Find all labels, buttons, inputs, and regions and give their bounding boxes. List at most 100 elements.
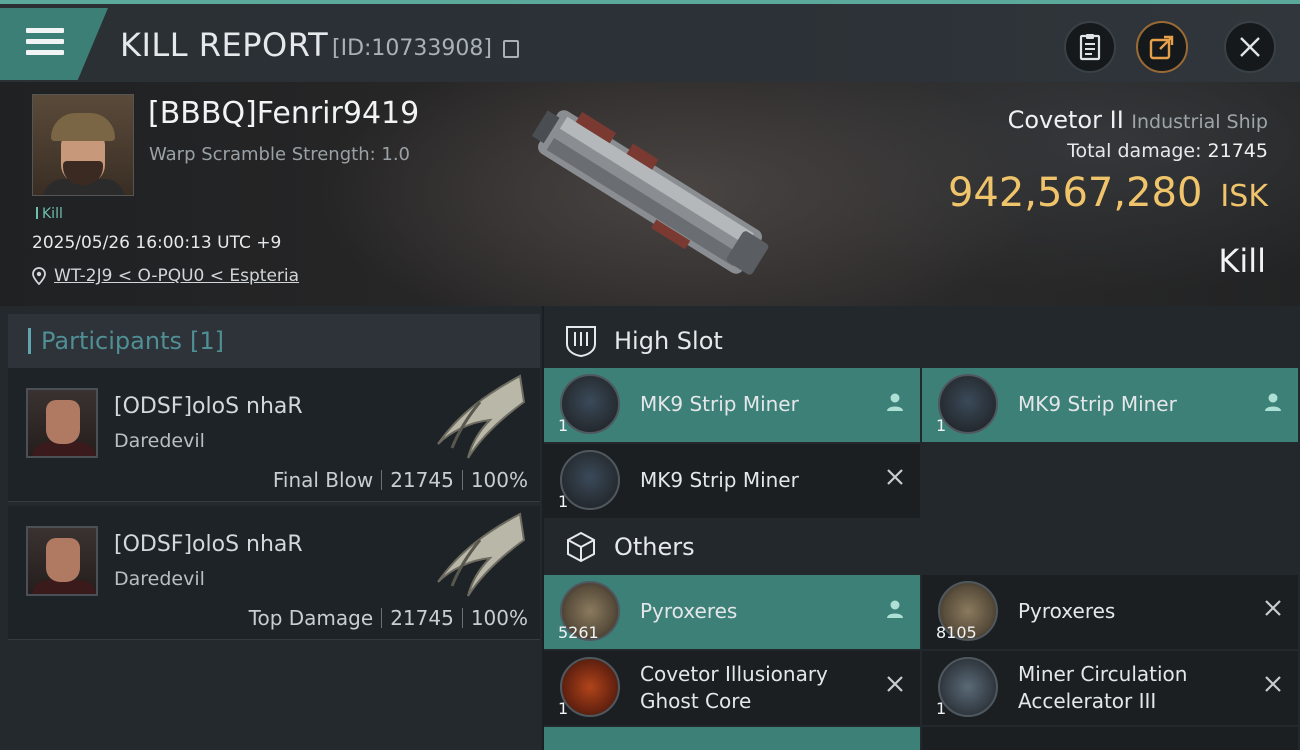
total-damage: Total damage: 21745 <box>1067 140 1268 162</box>
module-quantity: 1 <box>936 416 947 435</box>
item-quantity: 1 <box>558 699 569 718</box>
kill-tag: Kill <box>36 206 63 222</box>
item-thumbnail <box>938 657 998 717</box>
total-damage-value: 21745 <box>1207 140 1268 162</box>
item-slot[interactable]: 1 Miner Circulation Accelerator III <box>922 651 1298 725</box>
participant-stats: Final Blow 21745 100% <box>273 468 528 492</box>
module-slot[interactable]: 1 MK9 Strip Miner <box>544 368 920 442</box>
page-title: KILL REPORT <box>120 26 329 64</box>
person-icon <box>887 393 903 411</box>
total-damage-label: Total damage: <box>1067 140 1202 162</box>
participant-damage: 21745 <box>390 606 454 630</box>
high-slot-icon <box>566 326 596 358</box>
others-label: Others <box>614 533 695 561</box>
module-slot[interactable]: 1 MK9 Strip Miner <box>922 368 1298 442</box>
victim-name[interactable]: [BBBQ]Fenrir9419 <box>148 96 419 131</box>
header-bar: KILL REPORT [ID:10733908] <box>0 4 1300 82</box>
participants-header[interactable]: Participants [1] <box>8 314 540 368</box>
item-name: Miner Circulation Accelerator III <box>1018 661 1187 715</box>
menu-button[interactable] <box>0 8 108 80</box>
isk-value: 942,567,280 <box>947 170 1203 216</box>
participant-role: Final Blow <box>272 468 374 492</box>
participant-portrait[interactable] <box>26 526 98 596</box>
module-slot[interactable]: 1 MK9 Strip Miner <box>544 444 920 518</box>
module-quantity: 1 <box>558 492 569 511</box>
item-slot-partial[interactable] <box>922 727 1298 750</box>
participant-name: [ODSF]oloS nhaR <box>114 532 303 557</box>
participant-ship: Daredevil <box>114 430 205 452</box>
participants-label: Participants <box>41 327 182 355</box>
participant-role: Top Damage <box>248 606 374 630</box>
participant-ship-image <box>437 374 526 459</box>
warp-scramble-strength: Warp Scramble Strength: 1.0 <box>149 144 411 165</box>
clipboard-icon <box>1079 34 1101 61</box>
item-quantity: 5261 <box>558 623 599 642</box>
participant-ship: Daredevil <box>114 568 205 590</box>
copy-icon[interactable] <box>503 40 519 58</box>
item-quantity: 1 <box>936 699 947 718</box>
item-slot[interactable]: 5261 Pyroxeres <box>544 575 920 649</box>
high-slot-header: High Slot <box>544 310 1300 372</box>
person-icon <box>1265 393 1281 411</box>
ship-name[interactable]: Covetor II <box>1008 106 1124 134</box>
ship-image <box>531 110 769 275</box>
participant-name: [ODSF]oloS nhaR <box>114 394 303 419</box>
cube-icon <box>567 531 595 563</box>
participant-portrait[interactable] <box>26 388 98 458</box>
item-name: Pyroxeres <box>1018 599 1116 623</box>
item-thumbnail <box>560 657 620 717</box>
destroyed-x-icon <box>887 676 903 692</box>
module-name: MK9 Strip Miner <box>640 468 799 492</box>
item-name-line1: Covetor Illusionary <box>640 662 828 686</box>
clipboard-button[interactable] <box>1064 21 1116 73</box>
participants-count: [1] <box>189 327 224 355</box>
hamburger-icon <box>26 28 64 60</box>
isk-value-line: 942,567,280 ISK <box>948 170 1268 216</box>
participant-percent: 100% <box>470 606 528 630</box>
ship-name-line: Covetor II Industrial Ship <box>1008 106 1268 134</box>
report-id: [ID:10733908] <box>332 36 492 61</box>
victim-summary: [BBBQ]Fenrir9419 Warp Scramble Strength:… <box>0 82 1300 306</box>
participant-card[interactable]: [ODSF]oloS nhaR Daredevil Top Damage 2174… <box>8 506 540 640</box>
module-name: MK9 Strip Miner <box>1018 392 1177 416</box>
high-slot-label: High Slot <box>614 327 723 355</box>
ship-class: Industrial Ship <box>1131 111 1268 133</box>
close-button[interactable] <box>1224 21 1276 73</box>
victim-avatar[interactable] <box>32 94 134 196</box>
participants-panel: Participants [1] [ODSF]oloS nhaR Daredev… <box>0 306 542 750</box>
participant-ship-image <box>437 512 526 597</box>
destroyed-x-icon <box>887 469 903 485</box>
share-icon <box>1149 35 1174 60</box>
isk-unit: ISK <box>1220 179 1268 214</box>
destroyed-x-icon <box>1265 676 1281 692</box>
item-quantity: 8105 <box>936 623 977 642</box>
item-name: Covetor Illusionary Ghost Core <box>640 661 828 715</box>
location-link[interactable]: WT-2J9 < O-PQU0 < Espteria <box>54 266 299 286</box>
item-slot[interactable]: 1 Covetor Illusionary Ghost Core <box>544 651 920 725</box>
module-thumbnail <box>938 374 998 434</box>
others-header: Others <box>544 516 1300 578</box>
module-name: MK9 Strip Miner <box>640 392 799 416</box>
location-pin-icon <box>32 267 46 285</box>
module-thumbnail <box>560 374 620 434</box>
share-button[interactable] <box>1136 21 1188 73</box>
item-name: Pyroxeres <box>640 599 738 623</box>
destroyed-x-icon <box>1265 600 1281 616</box>
kill-outcome: Kill <box>1218 242 1266 280</box>
person-icon <box>887 600 903 618</box>
participant-stats: Top Damage 21745 100% <box>249 606 528 630</box>
kill-datetime: 2025/05/26 16:00:13 UTC +9 <box>32 233 282 253</box>
item-slot-partial[interactable] <box>544 727 920 750</box>
participant-damage: 21745 <box>390 468 454 492</box>
kill-location[interactable]: WT-2J9 < O-PQU0 < Espteria <box>32 266 299 286</box>
module-thumbnail <box>560 450 620 510</box>
item-name-line1: Miner Circulation <box>1018 662 1188 686</box>
item-name-line2: Ghost Core <box>640 689 752 713</box>
close-icon <box>1240 37 1260 57</box>
item-slot[interactable]: 8105 Pyroxeres <box>922 575 1298 649</box>
participant-percent: 100% <box>470 468 528 492</box>
fitting-panel: High Slot 1 MK9 Strip Miner 1 MK9 Strip … <box>544 306 1300 750</box>
participant-card[interactable]: [ODSF]oloS nhaR Daredevil Final Blow 2174… <box>8 368 540 502</box>
module-quantity: 1 <box>558 416 569 435</box>
item-name-line2: Accelerator III <box>1018 689 1157 713</box>
